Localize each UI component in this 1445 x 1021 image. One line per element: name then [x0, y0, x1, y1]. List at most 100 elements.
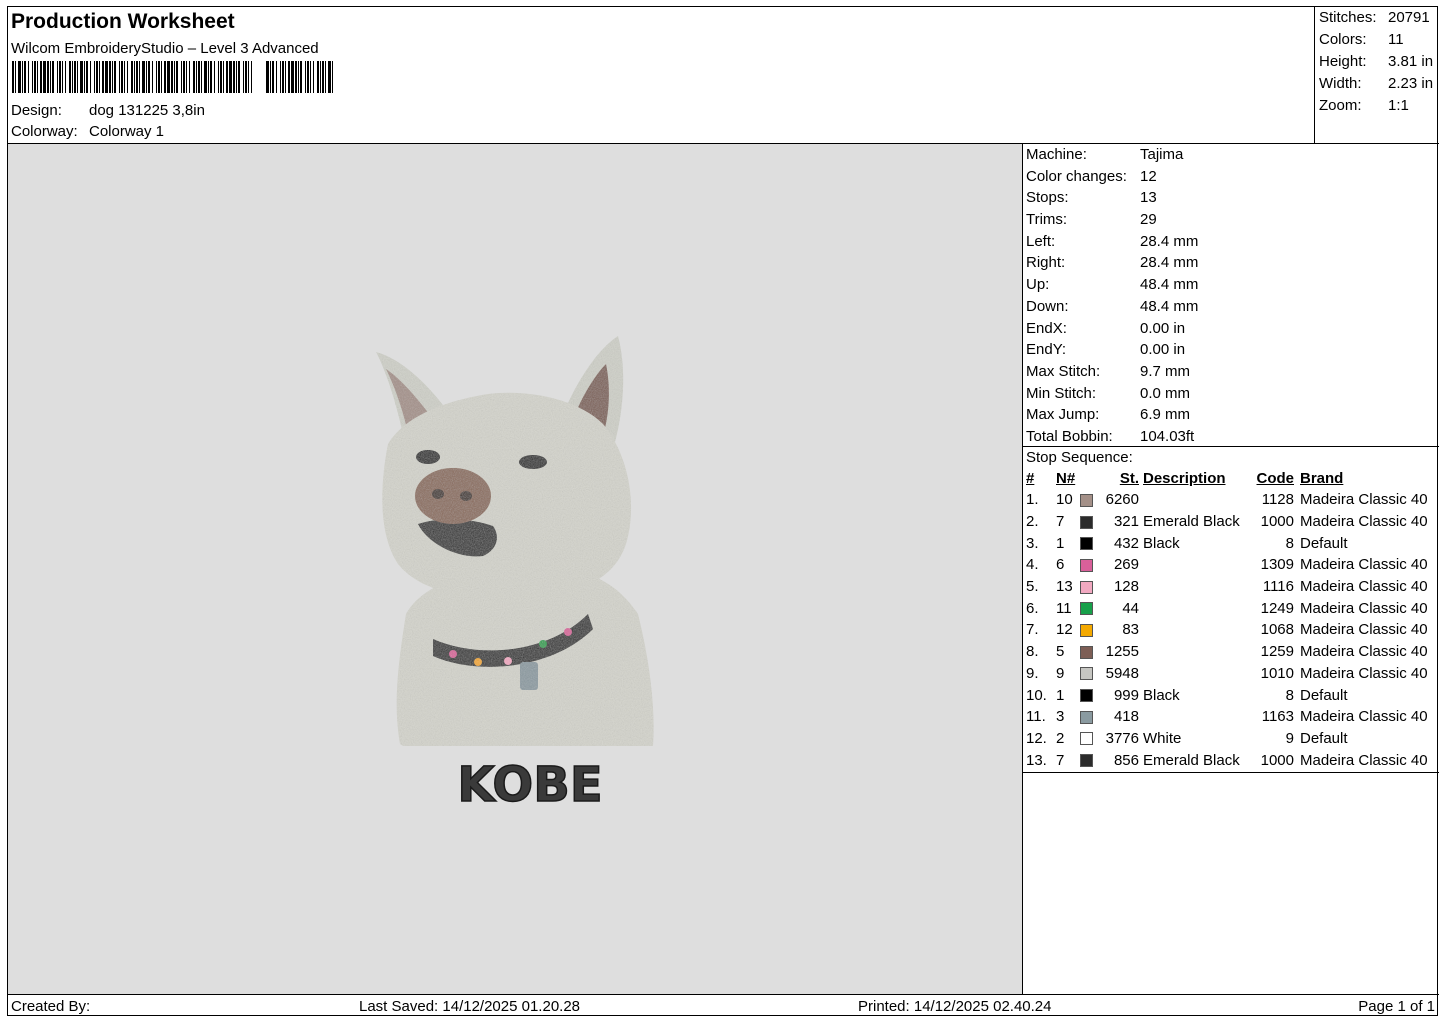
- stop-sequence-body: 1. 10 6260 1128 Madeira Classic 40 2. 7 321 Emer…: [1026, 489, 1436, 771]
- info-row: Down: 48.4 mm: [1023, 296, 1439, 318]
- color-swatch: [1080, 515, 1093, 529]
- row-swatch: [1080, 619, 1100, 641]
- color-swatch: [1080, 537, 1093, 551]
- info-label: Max Stitch:: [1026, 362, 1101, 380]
- row-needle: 7: [1056, 751, 1065, 769]
- row-stitches: 5948: [1105, 664, 1139, 682]
- row-code: 1259: [1260, 643, 1294, 661]
- row-brand: Madeira Classic 40: [1300, 578, 1428, 596]
- row-code: 1116: [1262, 578, 1294, 596]
- row-stitches: 128: [1113, 578, 1139, 596]
- row-code: 1068: [1260, 621, 1294, 639]
- row-stitches: 856: [1113, 751, 1139, 769]
- col-header-num: #: [1026, 470, 1035, 487]
- stat-label: Height:: [1319, 53, 1367, 70]
- stat-value: 2.23 in: [1388, 75, 1434, 92]
- machine-info-panel: Machine: Tajima Color changes: 12 Stops: 13…: [1023, 144, 1439, 448]
- row-brand: Madeira Classic 40: [1300, 556, 1428, 574]
- info-label: Up:: [1026, 276, 1050, 294]
- info-value: 9.7 mm: [1140, 362, 1191, 380]
- row-stitches: 83: [1122, 621, 1139, 639]
- table-row: 10. 1 999 Black 8 Default: [1026, 684, 1436, 706]
- row-code: 8: [1285, 534, 1294, 552]
- row-brand: Default: [1300, 534, 1348, 552]
- row-description: [1139, 641, 1249, 663]
- info-value: 28.4 mm: [1140, 232, 1199, 250]
- stat-label: Colors:: [1319, 31, 1367, 48]
- table-row: 4. 6 269 1309 Madeira Classic 40: [1026, 554, 1436, 576]
- table-row: 13. 7 856 Emerald Black 1000 Madeira Classic …: [1026, 749, 1436, 771]
- row-brand: Madeira Classic 40: [1300, 708, 1428, 726]
- row-description: Black: [1143, 686, 1180, 704]
- stat-value: 3.81 in: [1388, 53, 1434, 70]
- row-swatch: [1080, 749, 1100, 771]
- info-label: Color changes:: [1026, 167, 1127, 185]
- row-swatch: [1080, 728, 1100, 750]
- row-brand: Madeira Classic 40: [1300, 664, 1428, 682]
- row-description: Emerald Black: [1143, 513, 1240, 531]
- printed-date: Printed: 14/12/2025 02.40.24: [858, 998, 1052, 1015]
- info-label: Down:: [1026, 297, 1069, 315]
- row-code: 1010: [1260, 664, 1294, 682]
- info-value: 29: [1140, 211, 1157, 229]
- row-brand: Madeira Classic 40: [1300, 491, 1428, 509]
- info-label: Right:: [1026, 254, 1066, 272]
- created-by: Created By:: [11, 998, 91, 1015]
- table-header-row: # N# St. Description Code Brand: [1026, 468, 1436, 489]
- row-number: 9.: [1026, 664, 1039, 682]
- row-number: 5.: [1026, 578, 1039, 596]
- info-row: Right: 28.4 mm: [1023, 252, 1439, 274]
- row-stitches: 999: [1113, 686, 1139, 704]
- info-value: 28.4 mm: [1140, 254, 1199, 272]
- row-code: 9: [1285, 729, 1294, 747]
- row-description: White: [1143, 729, 1182, 747]
- design-row: Design: dog 131225 3,8in: [11, 102, 205, 119]
- col-header-needle: N#: [1056, 470, 1076, 487]
- color-swatch: [1080, 645, 1093, 659]
- info-label: EndX:: [1026, 319, 1067, 337]
- row-swatch: [1080, 511, 1100, 533]
- row-stitches: 269: [1113, 556, 1139, 574]
- info-value: 0.0 mm: [1140, 384, 1191, 402]
- color-swatch: [1080, 689, 1093, 703]
- color-swatch: [1080, 602, 1093, 616]
- row-description: [1139, 489, 1249, 511]
- col-header-swatch: [1080, 468, 1100, 489]
- row-brand: Default: [1300, 686, 1348, 704]
- info-value: 48.4 mm: [1140, 276, 1199, 294]
- table-row: 8. 5 1255 1259 Madeira Classic 40: [1026, 641, 1436, 663]
- info-row: Trims: 29: [1023, 209, 1439, 231]
- embroidery-dog-image: KOBE: [376, 336, 654, 814]
- row-code: 1128: [1261, 491, 1294, 509]
- info-value: 48.4 mm: [1140, 297, 1199, 315]
- row-needle: 2: [1056, 729, 1065, 747]
- info-row: Up: 48.4 mm: [1023, 274, 1439, 296]
- stat-value: 11: [1388, 31, 1404, 48]
- name-embroidery: KOBE: [457, 757, 602, 813]
- row-description: [1139, 597, 1249, 619]
- row-needle: 11: [1056, 599, 1072, 617]
- info-row: Max Stitch: 9.7 mm: [1023, 361, 1439, 383]
- info-label: Machine:: [1026, 146, 1087, 163]
- row-brand: Madeira Classic 40: [1300, 643, 1428, 661]
- dog-embroidery: [376, 336, 654, 746]
- row-needle: 3: [1056, 708, 1065, 726]
- table-row: 5. 13 128 1116 Madeira Classic 40: [1026, 576, 1436, 598]
- color-swatch: [1080, 754, 1093, 768]
- row-stitches: 1255: [1105, 643, 1139, 661]
- row-number: 3.: [1026, 534, 1039, 552]
- color-swatch: [1080, 710, 1093, 724]
- design-label: Design:: [11, 102, 62, 119]
- col-header-brand: Brand: [1300, 470, 1344, 487]
- row-number: 12.: [1026, 729, 1047, 747]
- row-code: 8: [1285, 686, 1294, 704]
- stat-value: 20791: [1388, 9, 1430, 26]
- row-number: 11.: [1026, 708, 1046, 726]
- row-needle: 6: [1056, 556, 1065, 574]
- info-label: Max Jump:: [1026, 406, 1100, 424]
- row-description: [1139, 554, 1249, 576]
- row-code: 1000: [1260, 513, 1294, 531]
- row-code: 1309: [1260, 556, 1294, 574]
- software-name: Wilcom EmbroideryStudio – Level 3 Advanc…: [11, 40, 319, 57]
- table-row: 11. 3 418 1163 Madeira Classic 40: [1026, 706, 1436, 728]
